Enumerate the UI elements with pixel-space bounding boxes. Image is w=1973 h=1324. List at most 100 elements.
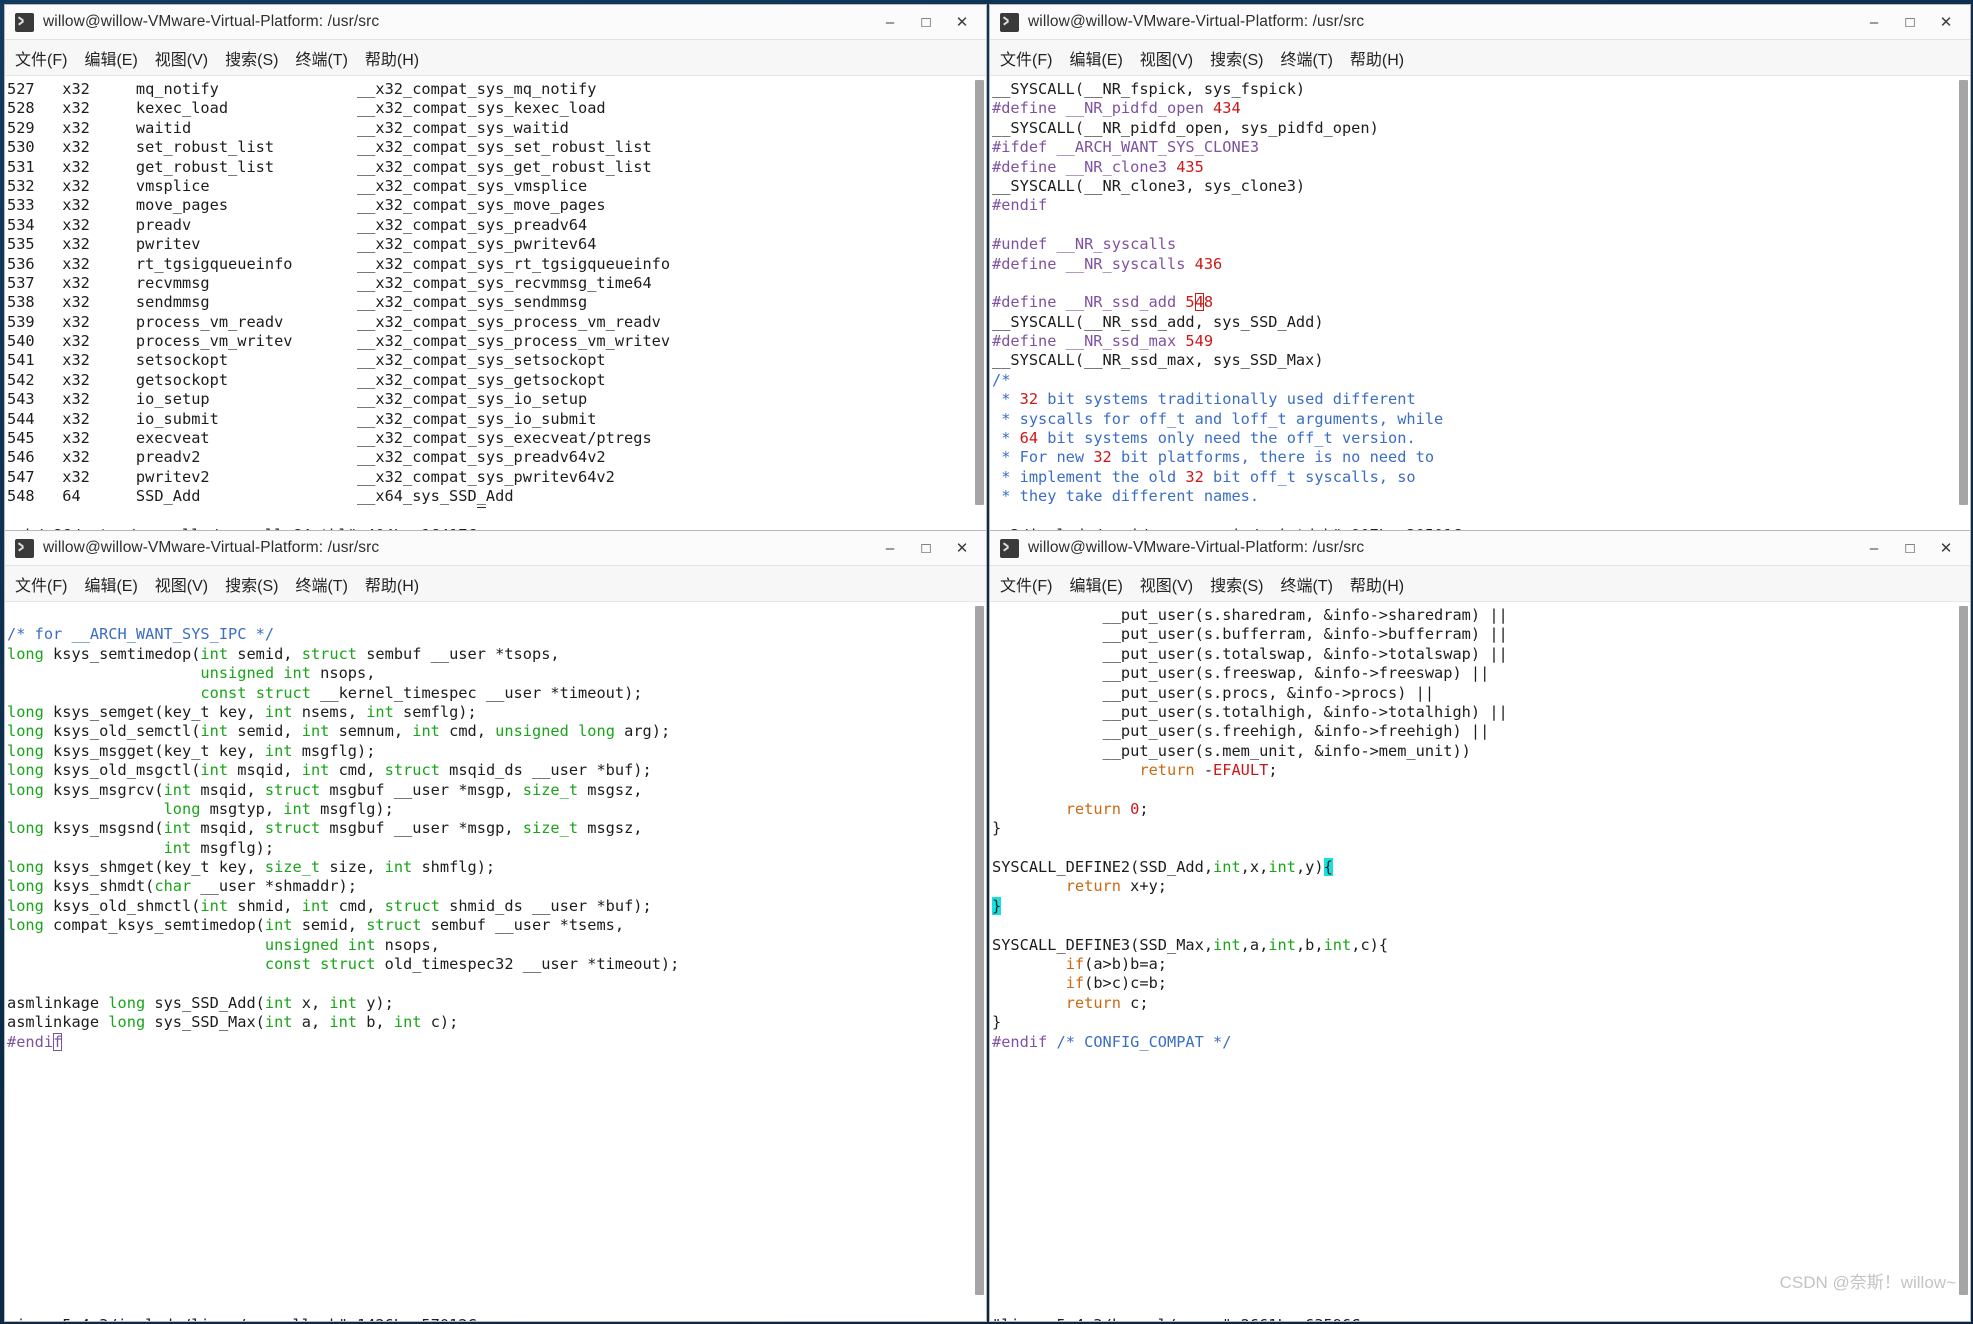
scrollbar-thumb[interactable] xyxy=(975,606,984,1295)
terminal-line: 542 x32 getsockopt __x32_compat_sys_gets… xyxy=(7,370,606,389)
terminal-line: 534 x32 preadv __x32_compat_sys_preadv64 xyxy=(7,215,588,234)
menu-edit[interactable]: 编辑(E) xyxy=(84,46,137,70)
terminal-line: long ksys_old_shmctl(int shmid, int cmd,… xyxy=(7,896,652,915)
menu-view[interactable]: 视图(V) xyxy=(155,46,208,70)
close-icon[interactable]: ✕ xyxy=(944,533,980,563)
vim-statusline-bottom-left: <inux-5.4.3/include/linux/syscalls.h" 14… xyxy=(5,1298,986,1321)
vim-text-area-bottom-left[interactable]: /* for __ARCH_WANT_SYS_IPC */long ksys_s… xyxy=(5,602,973,1321)
menu-search[interactable]: 搜索(S) xyxy=(1210,46,1263,70)
menu-search[interactable]: 搜索(S) xyxy=(1210,572,1263,596)
menu-file[interactable]: 文件(F) xyxy=(1000,572,1052,596)
menu-file[interactable]: 文件(F) xyxy=(15,572,67,596)
terminal-line: if(b>c)c=b; xyxy=(1065,974,1167,993)
menu-terminal[interactable]: 终端(T) xyxy=(1280,46,1332,70)
terminal-line: #define __NR_ssd_max 549 xyxy=(992,332,1214,351)
terminal-window-bottom-left[interactable]: willow@willow-VMware-Virtual-Platform: /… xyxy=(4,530,987,1322)
maximize-icon[interactable]: □ xyxy=(908,533,944,563)
menu-search[interactable]: 搜索(S) xyxy=(225,572,278,596)
window-controls[interactable]: – □ ✕ xyxy=(872,533,980,563)
scrollbar-thumb[interactable] xyxy=(1959,606,1968,1295)
vim-statusline-top-left: <ch/x86/entry/syscalls/syscall_64.tbl" 4… xyxy=(5,508,986,531)
terminal-line: 546 x32 preadv2 __x32_compat_sys_preadv6… xyxy=(7,448,606,467)
menu-edit[interactable]: 编辑(E) xyxy=(84,572,137,596)
minimize-icon[interactable]: – xyxy=(872,533,908,563)
statusline-file: <inux-5.4.3/include/linux/syscalls.h" 14… xyxy=(7,1316,477,1321)
terminal-line: long ksys_old_semctl(int semid, int semn… xyxy=(7,722,671,741)
terminal-line: __SYSCALL(__NR_pidfd_open, sys_pidfd_ope… xyxy=(992,118,1379,137)
window-controls[interactable]: – □ ✕ xyxy=(1856,533,1964,563)
terminal-line: long ksys_msgsnd(int msqid, struct msgbu… xyxy=(7,819,643,838)
terminal-line: __put_user(s.totalswap, &info->totalswap… xyxy=(992,644,1508,663)
menu-view[interactable]: 视图(V) xyxy=(155,572,208,596)
menu-file[interactable]: 文件(F) xyxy=(15,46,67,70)
terminal-line: 537 x32 recvmmsg __x32_compat_sys_recvmm… xyxy=(7,273,652,292)
minimize-icon[interactable]: – xyxy=(872,7,908,37)
window-controls[interactable]: – □ ✕ xyxy=(872,7,980,37)
window-title: willow@willow-VMware-Virtual-Platform: /… xyxy=(43,539,380,556)
titlebar-bottom-left[interactable]: willow@willow-VMware-Virtual-Platform: /… xyxy=(5,531,986,566)
terminal-line: 539 x32 process_vm_readv __x32_compat_sy… xyxy=(7,312,661,331)
menu-help[interactable]: 帮助(H) xyxy=(365,572,419,596)
menu-search[interactable]: 搜索(S) xyxy=(225,46,278,70)
terminal-line: __put_user(s.procs, &info->procs) || xyxy=(992,683,1435,702)
menu-view[interactable]: 视图(V) xyxy=(1140,572,1193,596)
terminal-window-top-left[interactable]: willow@willow-VMware-Virtual-Platform: /… xyxy=(4,4,987,532)
terminal-line: long ksys_shmdt(char __user *shmaddr); xyxy=(7,877,357,896)
desktop: willow@willow-VMware-Virtual-Platform: /… xyxy=(0,0,1973,1324)
menu-file[interactable]: 文件(F) xyxy=(1000,46,1052,70)
menu-help[interactable]: 帮助(H) xyxy=(1350,572,1404,596)
menu-edit[interactable]: 编辑(E) xyxy=(1069,572,1122,596)
maximize-icon[interactable]: □ xyxy=(1892,7,1928,37)
titlebar-top-right[interactable]: willow@willow-VMware-Virtual-Platform: /… xyxy=(990,5,1970,40)
menubar-top-left[interactable]: 文件(F) 编辑(E) 视图(V) 搜索(S) 终端(T) 帮助(H) xyxy=(5,40,986,76)
maximize-icon[interactable]: □ xyxy=(908,7,944,37)
menubar-top-right[interactable]: 文件(F) 编辑(E) 视图(V) 搜索(S) 终端(T) 帮助(H) xyxy=(990,40,1970,76)
vim-text-area-top-left[interactable]: 527 x32 mq_notify __x32_compat_sys_mq_no… xyxy=(5,76,973,531)
scrollbar-top-right[interactable] xyxy=(1957,76,1970,531)
vim-text-area-bottom-right[interactable]: __put_user(s.sharedram, &info->sharedram… xyxy=(990,602,1957,1321)
terminal-body-top-right: __SYSCALL(__NR_fspick, sys_fspick) #defin… xyxy=(990,76,1970,531)
scrollbar-bottom-right[interactable] xyxy=(1957,602,1970,1321)
terminal-line: __put_user(s.totalhigh, &info->totalhigh… xyxy=(992,702,1508,721)
terminal-line: return 0; xyxy=(1065,799,1149,818)
vim-text-area-top-right[interactable]: __SYSCALL(__NR_fspick, sys_fspick) #defin… xyxy=(990,76,1957,531)
terminal-window-bottom-right[interactable]: willow@willow-VMware-Virtual-Platform: /… xyxy=(989,530,1971,1322)
menu-terminal[interactable]: 终端(T) xyxy=(295,46,347,70)
menu-terminal[interactable]: 终端(T) xyxy=(295,572,347,596)
window-controls[interactable]: – □ ✕ xyxy=(1856,7,1964,37)
minimize-icon[interactable]: – xyxy=(1856,7,1892,37)
scrollbar-bottom-left[interactable] xyxy=(973,602,986,1321)
terminal-line: #endif xyxy=(992,196,1048,215)
menubar-bottom-left[interactable]: 文件(F) 编辑(E) 视图(V) 搜索(S) 终端(T) 帮助(H) xyxy=(5,566,986,602)
terminal-line: 528 x32 kexec_load __x32_compat_sys_kexe… xyxy=(7,99,606,118)
scrollbar-thumb[interactable] xyxy=(1959,80,1968,505)
scrollbar-top-left[interactable] xyxy=(973,76,986,531)
terminal-line: #define __NR_syscalls 436 xyxy=(992,254,1223,273)
terminal-line: return c; xyxy=(1065,993,1149,1012)
menu-help[interactable]: 帮助(H) xyxy=(1350,46,1404,70)
minimize-icon[interactable]: – xyxy=(1856,533,1892,563)
menu-terminal[interactable]: 终端(T) xyxy=(1280,572,1332,596)
menu-edit[interactable]: 编辑(E) xyxy=(1069,46,1122,70)
vim-statusline-bottom-right: "linux-5.4.3/kernel/sys.c" 2661L, 63596C… xyxy=(990,1298,1970,1321)
menu-view[interactable]: 视图(V) xyxy=(1140,46,1193,70)
terminal-line: 533 x32 move_pages __x32_compat_sys_move… xyxy=(7,196,606,215)
close-icon[interactable]: ✕ xyxy=(1928,7,1964,37)
menu-help[interactable]: 帮助(H) xyxy=(365,46,419,70)
close-icon[interactable]: ✕ xyxy=(1928,533,1964,563)
terminal-line: __SYSCALL(__NR_fspick, sys_fspick) xyxy=(992,80,1306,98)
terminal-line: long ksys_msgrcv(int msqid, struct msgbu… xyxy=(7,780,643,799)
titlebar-top-left[interactable]: willow@willow-VMware-Virtual-Platform: /… xyxy=(5,5,986,40)
close-icon[interactable]: ✕ xyxy=(944,7,980,37)
terminal-line: unsigned int nsops, xyxy=(200,664,376,683)
menubar-bottom-right[interactable]: 文件(F) 编辑(E) 视图(V) 搜索(S) 终端(T) 帮助(H) xyxy=(990,566,1970,602)
terminal-line: 532 x32 vmsplice __x32_compat_sys_vmspli… xyxy=(7,176,588,195)
maximize-icon[interactable]: □ xyxy=(1892,533,1928,563)
scrollbar-thumb[interactable] xyxy=(975,80,984,505)
titlebar-bottom-right[interactable]: willow@willow-VMware-Virtual-Platform: /… xyxy=(990,531,1970,566)
terminal-window-top-right[interactable]: willow@willow-VMware-Virtual-Platform: /… xyxy=(989,4,1971,532)
terminal-line: if(a>b)b=a; xyxy=(1065,955,1167,974)
